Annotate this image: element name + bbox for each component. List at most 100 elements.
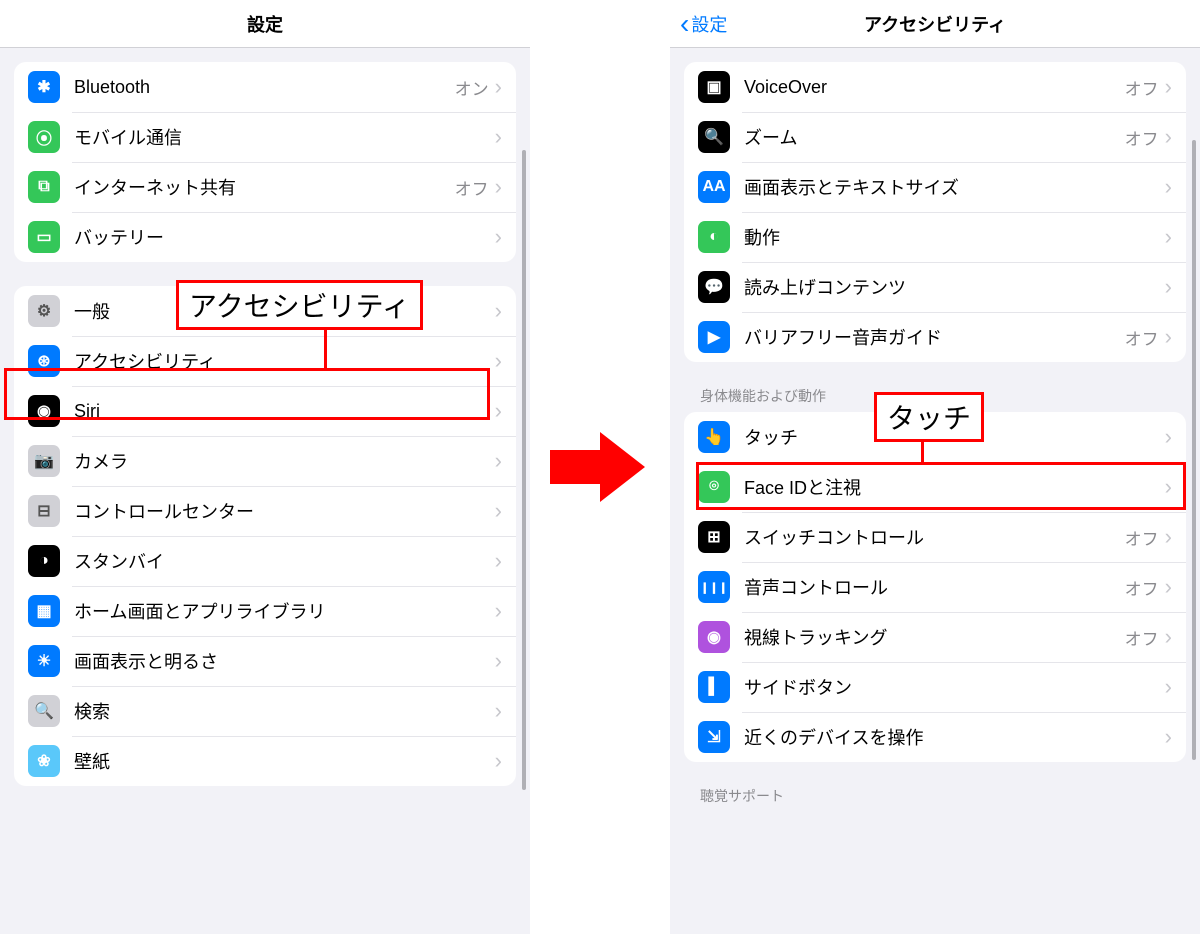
chevron-right-icon: ›: [495, 176, 502, 198]
motion-label: 動作: [744, 224, 1165, 250]
accessibility-screen: ‹ 設定 アクセシビリティ ▣VoiceOverオフ›🔍ズームオフ›AA画面表示…: [670, 0, 1200, 934]
hotspot-icon: ⧉: [28, 171, 60, 203]
accessibility-row-motion[interactable]: ◐動作›: [684, 212, 1186, 262]
standby-icon: ◑: [28, 545, 60, 577]
hotspot-label: インターネット共有: [74, 174, 455, 200]
wallpaper-label: 壁紙: [74, 748, 495, 774]
accessibility-content[interactable]: ▣VoiceOverオフ›🔍ズームオフ›AA画面表示とテキストサイズ›◐動作›💬…: [670, 62, 1200, 832]
bluetooth-value: オン: [455, 75, 489, 100]
chevron-right-icon: ›: [495, 450, 502, 472]
settings-content[interactable]: ✱Bluetoothオン›⦿モバイル通信›⧉インターネット共有オフ›▭バッテリー…: [0, 62, 530, 830]
accessibility-row-spoken-content[interactable]: 💬 読み上げコンテンツ›: [684, 262, 1186, 312]
settings-row-battery[interactable]: ▭バッテリー›: [14, 212, 516, 262]
accessibility-label: アクセシビリティ: [74, 348, 495, 374]
chevron-right-icon: ›: [495, 600, 502, 622]
chevron-right-icon: ›: [1165, 726, 1172, 748]
chevron-right-icon: ›: [1165, 576, 1172, 598]
back-button[interactable]: ‹ 設定: [680, 10, 727, 38]
chevron-right-icon: ›: [495, 226, 502, 248]
accessibility-row-switch-control[interactable]: ⊞スイッチコントロールオフ›: [684, 512, 1186, 562]
eye-tracking-icon: ◉: [698, 621, 730, 653]
audio-descriptions-value: オフ: [1125, 325, 1159, 350]
camera-label: カメラ: [74, 448, 495, 474]
eye-tracking-label: 視線トラッキング: [744, 624, 1125, 650]
accessibility-row-audio-descriptions[interactable]: ▶バリアフリー音声ガイドオフ›: [684, 312, 1186, 362]
chevron-right-icon: ›: [495, 76, 502, 98]
settings-row-wallpaper[interactable]: ❀ 壁紙›: [14, 736, 516, 786]
hotspot-value: オフ: [455, 175, 489, 200]
accessibility-group-vision: ▣VoiceOverオフ›🔍ズームオフ›AA画面表示とテキストサイズ›◐動作›💬…: [684, 62, 1186, 362]
settings-screen: 設定 ✱Bluetoothオン›⦿モバイル通信›⧉インターネット共有オフ›▭バッ…: [0, 0, 530, 934]
chevron-right-icon: ›: [1165, 276, 1172, 298]
home-screen-label: ホーム画面とアプリライブラリ: [74, 598, 495, 624]
settings-row-camera[interactable]: 📷カメラ›: [14, 436, 516, 486]
chevron-right-icon: ›: [1165, 176, 1172, 198]
cellular-label: モバイル通信: [74, 124, 495, 150]
accessibility-row-eye-tracking[interactable]: ◉視線トラッキングオフ›: [684, 612, 1186, 662]
navbar-title: 設定: [247, 11, 283, 37]
settings-row-hotspot[interactable]: ⧉ インターネット共有オフ ›: [14, 162, 516, 212]
chevron-right-icon: ›: [495, 500, 502, 522]
chevron-right-icon: ›: [495, 300, 502, 322]
side-button-label: サイドボタン: [744, 674, 1165, 700]
accessibility-row-face-id[interactable]: ⌾ Face IDと注視›: [684, 462, 1186, 512]
navbar-left: 設定: [0, 0, 530, 48]
switch-control-icon: ⊞: [698, 521, 730, 553]
switch-control-label: スイッチコントロール: [744, 524, 1125, 550]
settings-row-bluetooth[interactable]: ✱Bluetoothオン›: [14, 62, 516, 112]
spoken-content-icon: 💬: [698, 271, 730, 303]
voice-control-value: オフ: [1125, 575, 1159, 600]
settings-row-accessibility[interactable]: ⊛ アクセシビリティ›: [14, 336, 516, 386]
voiceover-icon: ▣: [698, 71, 730, 103]
accessibility-group-physical: 👆タッチ›⌾Face IDと注視›⊞スイッチコントロールオフ›❙❙❙音声コントロ…: [684, 412, 1186, 762]
switch-control-value: オフ: [1125, 525, 1159, 550]
standby-label: スタンバイ: [74, 548, 495, 574]
voice-control-icon: ❙❙❙: [698, 571, 730, 603]
chevron-right-icon: ›: [1165, 226, 1172, 248]
zoom-icon: 🔍: [698, 121, 730, 153]
spoken-content-label: 読み上げコンテンツ: [744, 274, 1165, 300]
chevron-right-icon: ›: [1165, 676, 1172, 698]
settings-group-connectivity: ✱Bluetoothオン›⦿モバイル通信›⧉インターネット共有オフ›▭バッテリー…: [14, 62, 516, 262]
chevron-right-icon: ›: [1165, 476, 1172, 498]
settings-group-general: ⚙一般›⊛アクセシビリティ›◉Siri›📷カメラ›⊟コントロールセンター›◑スタ…: [14, 286, 516, 786]
cellular-icon: ⦿: [28, 121, 60, 153]
chevron-right-icon: ›: [495, 550, 502, 572]
settings-row-cellular[interactable]: ⦿モバイル通信›: [14, 112, 516, 162]
settings-row-search[interactable]: 🔍検索›: [14, 686, 516, 736]
chevron-right-icon: ›: [495, 750, 502, 772]
siri-label: Siri: [74, 401, 495, 422]
accessibility-row-voiceover[interactable]: ▣VoiceOverオフ›: [684, 62, 1186, 112]
accessibility-row-voice-control[interactable]: ❙❙❙音声コントロールオフ›: [684, 562, 1186, 612]
accessibility-row-zoom[interactable]: 🔍ズームオフ›: [684, 112, 1186, 162]
chevron-left-icon: ‹: [680, 10, 689, 38]
nearby-devices-label: 近くのデバイスを操作: [744, 724, 1165, 750]
accessibility-icon: ⊛: [28, 345, 60, 377]
settings-row-home-screen[interactable]: ▦ホーム画面とアプリライブラリ›: [14, 586, 516, 636]
side-button-icon: ▌: [698, 671, 730, 703]
navbar-title: アクセシビリティ: [864, 11, 1006, 37]
accessibility-row-display-text[interactable]: AA画面表示とテキストサイズ›: [684, 162, 1186, 212]
settings-row-siri[interactable]: ◉Siri›: [14, 386, 516, 436]
face-id-icon: ⌾: [698, 471, 730, 503]
chevron-right-icon: ›: [1165, 426, 1172, 448]
control-center-icon: ⊟: [28, 495, 60, 527]
scrollbar[interactable]: [522, 150, 526, 790]
display-text-icon: AA: [698, 171, 730, 203]
navbar-right: ‹ 設定 アクセシビリティ: [670, 0, 1200, 48]
chevron-right-icon: ›: [495, 350, 502, 372]
bluetooth-icon: ✱: [28, 71, 60, 103]
eye-tracking-value: オフ: [1125, 625, 1159, 650]
wallpaper-icon: ❀: [28, 745, 60, 777]
face-id-label: Face IDと注視: [744, 474, 1165, 500]
settings-row-control-center[interactable]: ⊟コントロールセンター›: [14, 486, 516, 536]
accessibility-row-side-button[interactable]: ▌ サイドボタン›: [684, 662, 1186, 712]
arrow-icon: [550, 432, 650, 502]
settings-row-standby[interactable]: ◑ スタンバイ›: [14, 536, 516, 586]
nearby-devices-icon: ⇲: [698, 721, 730, 753]
settings-row-display[interactable]: ☀画面表示と明るさ›: [14, 636, 516, 686]
accessibility-row-nearby-devices[interactable]: ⇲ 近くのデバイスを操作›: [684, 712, 1186, 762]
general-icon: ⚙: [28, 295, 60, 327]
voiceover-value: オフ: [1125, 75, 1159, 100]
scrollbar[interactable]: [1192, 140, 1196, 760]
